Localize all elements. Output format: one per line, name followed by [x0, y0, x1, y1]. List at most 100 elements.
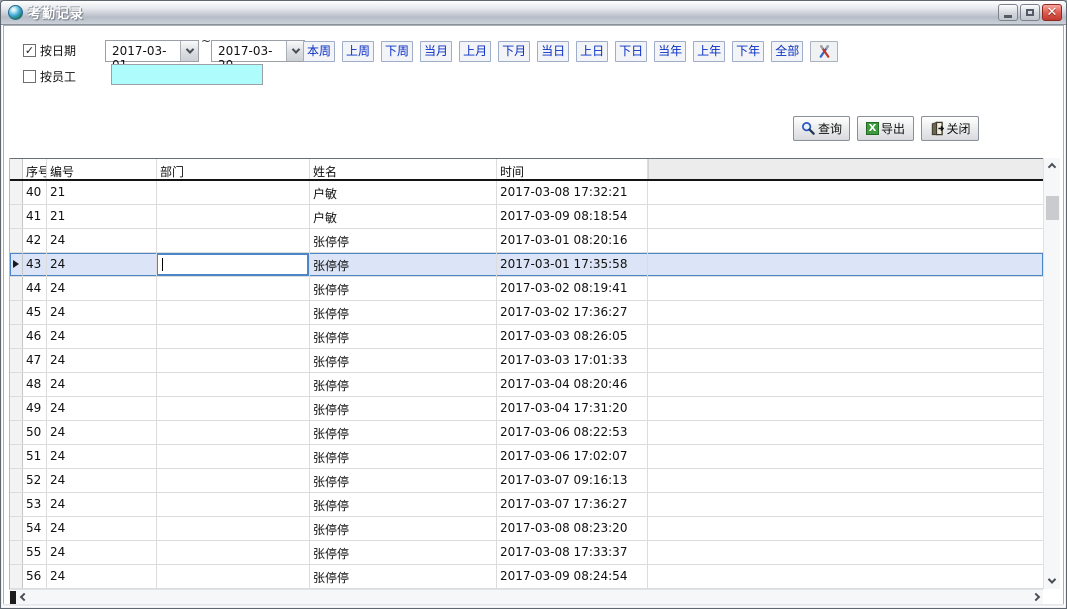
scroll-right-button[interactable] [1028, 590, 1043, 605]
query-button[interactable]: 查询 [793, 116, 850, 141]
cell-no[interactable]: 40 [23, 181, 47, 204]
minimize-button[interactable] [998, 4, 1018, 21]
cell-time[interactable]: 2017-03-04 08:20:46 [497, 373, 648, 396]
cell-time[interactable]: 2017-03-02 08:19:41 [497, 277, 648, 300]
row-indicator-cell[interactable] [10, 301, 23, 324]
quick-range-button-6[interactable]: 当日 [537, 41, 569, 62]
table-row[interactable]: 4824张停停2017-03-04 08:20:46 [10, 373, 1043, 397]
cell-id[interactable]: 24 [47, 493, 157, 516]
by-employee-checkbox[interactable] [23, 70, 36, 83]
table-row[interactable]: 5324张停停2017-03-07 17:36:27 [10, 493, 1043, 517]
cell-dept[interactable] [157, 301, 310, 324]
table-row[interactable]: 4424 张停停2017-03-02 08:19:41 [10, 277, 1043, 301]
quick-range-button-12[interactable]: 全部 [771, 41, 803, 62]
quick-range-button-7[interactable]: 上日 [576, 41, 608, 62]
quick-range-button-5[interactable]: 下月 [498, 41, 530, 62]
close-button[interactable]: 关闭 [921, 116, 979, 141]
cell-name[interactable]: 张停停 [310, 469, 497, 492]
cell-no[interactable]: 53 [23, 493, 47, 516]
cell-no[interactable]: 47 [23, 349, 47, 372]
cell-time[interactable]: 2017-03-07 09:16:13 [497, 469, 648, 492]
date-to-dropdown-button[interactable] [286, 41, 304, 61]
table-row[interactable]: 5424张停停2017-03-08 08:23:20 [10, 517, 1043, 541]
row-indicator-cell[interactable] [10, 205, 23, 228]
cell-time[interactable]: 2017-03-08 17:33:37 [497, 541, 648, 564]
row-indicator-cell[interactable] [10, 253, 23, 276]
cell-no[interactable]: 51 [23, 445, 47, 468]
header-dept[interactable]: 部门 [157, 159, 310, 179]
cell-name[interactable]: 张停停 [310, 517, 497, 540]
cell-time[interactable]: 2017-03-01 17:35:58 [497, 253, 648, 276]
cell-id[interactable]: 24 [47, 373, 157, 396]
quick-range-button-8[interactable]: 下日 [615, 41, 647, 62]
table-row[interactable]: 4121户敏2017-03-09 08:18:54 [10, 205, 1043, 229]
cell-no[interactable]: 45 [23, 301, 47, 324]
filter-by-date[interactable]: ✓ 按日期 [23, 42, 76, 59]
cell-id[interactable]: 24 [47, 517, 157, 540]
cell-id[interactable]: 24 [47, 565, 157, 588]
cell-id[interactable]: 24 [47, 277, 157, 300]
cell-no[interactable]: 49 [23, 397, 47, 420]
cell-time[interactable]: 2017-03-09 08:24:54 [497, 565, 648, 588]
cell-name[interactable]: 张停停 [310, 397, 497, 420]
cell-id[interactable]: 24 [47, 301, 157, 324]
cell-no[interactable]: 52 [23, 469, 47, 492]
cell-id[interactable]: 24 [47, 397, 157, 420]
cell-time[interactable]: 2017-03-03 17:01:33 [497, 349, 648, 372]
dept-edit-cell[interactable] [157, 253, 309, 276]
export-button[interactable]: X 导出 [857, 116, 914, 141]
table-row[interactable]: 5524张停停2017-03-08 17:33:37 [10, 541, 1043, 565]
cell-name[interactable]: 张停停 [310, 301, 497, 324]
cell-name[interactable]: 张停停 [310, 253, 497, 276]
cell-time[interactable]: 2017-03-04 17:31:20 [497, 397, 648, 420]
cell-name[interactable]: 张停停 [310, 229, 497, 252]
cell-id[interactable]: 24 [47, 253, 157, 276]
table-row[interactable]: 4724张停停2017-03-03 17:01:33 [10, 349, 1043, 373]
cell-name[interactable]: 张停停 [310, 277, 497, 300]
cell-name[interactable]: 张停停 [310, 349, 497, 372]
scroll-left-button[interactable] [16, 590, 31, 605]
row-indicator-cell[interactable] [10, 445, 23, 468]
horizontal-scrollbar[interactable] [9, 589, 1043, 604]
close-window-button[interactable]: ✕ [1042, 4, 1062, 21]
header-seq[interactable]: 序号 [23, 159, 47, 179]
table-row[interactable]: 5224张停停2017-03-07 09:16:13 [10, 469, 1043, 493]
row-indicator-cell[interactable] [10, 493, 23, 516]
table-row-selected[interactable]: 4324 张停停2017-03-01 17:35:58 [10, 253, 1043, 277]
cell-time[interactable]: 2017-03-01 08:20:16 [497, 229, 648, 252]
cell-no[interactable]: 43 [23, 253, 47, 276]
cell-dept[interactable] [157, 253, 310, 276]
cell-dept[interactable] [157, 541, 310, 564]
table-row[interactable]: 5624张停停2017-03-09 08:24:54 [10, 565, 1043, 589]
cell-dept[interactable] [157, 229, 310, 252]
employee-input[interactable] [111, 64, 263, 85]
row-indicator-cell[interactable] [10, 325, 23, 348]
cell-name[interactable]: 张停停 [310, 565, 497, 588]
header-time[interactable]: 时间 [497, 159, 648, 179]
row-indicator-cell[interactable] [10, 373, 23, 396]
date-from-dropdown-button[interactable] [180, 41, 198, 61]
cell-name[interactable]: 户敏 [310, 205, 497, 228]
scroll-down-button[interactable] [1044, 572, 1061, 589]
cell-time[interactable]: 2017-03-08 08:23:20 [497, 517, 648, 540]
cell-dept[interactable] [157, 397, 310, 420]
table-row[interactable]: 4924 张停停2017-03-04 17:31:20 [10, 397, 1043, 421]
quick-range-button-1[interactable]: 上周 [342, 41, 374, 62]
clear-filter-button[interactable] [810, 41, 838, 62]
cell-dept[interactable] [157, 565, 310, 588]
cell-time[interactable]: 2017-03-08 17:32:21 [497, 181, 648, 204]
cell-dept[interactable] [157, 469, 310, 492]
date-from-select[interactable]: 2017-03-01 [105, 40, 199, 62]
cell-no[interactable]: 46 [23, 325, 47, 348]
by-date-checkbox[interactable]: ✓ [23, 44, 36, 57]
cell-id[interactable]: 24 [47, 229, 157, 252]
cell-dept[interactable] [157, 445, 310, 468]
quick-range-button-0[interactable]: 本周 [303, 41, 335, 62]
cell-dept[interactable] [157, 277, 310, 300]
cell-no[interactable]: 44 [23, 277, 47, 300]
title-bar[interactable]: 考勤记录 ✕ [1, 1, 1066, 25]
row-indicator-cell[interactable] [10, 469, 23, 492]
cell-id[interactable]: 24 [47, 445, 157, 468]
table-row[interactable]: 4021户敏2017-03-08 17:32:21 [10, 181, 1043, 205]
cell-name[interactable]: 张停停 [310, 445, 497, 468]
